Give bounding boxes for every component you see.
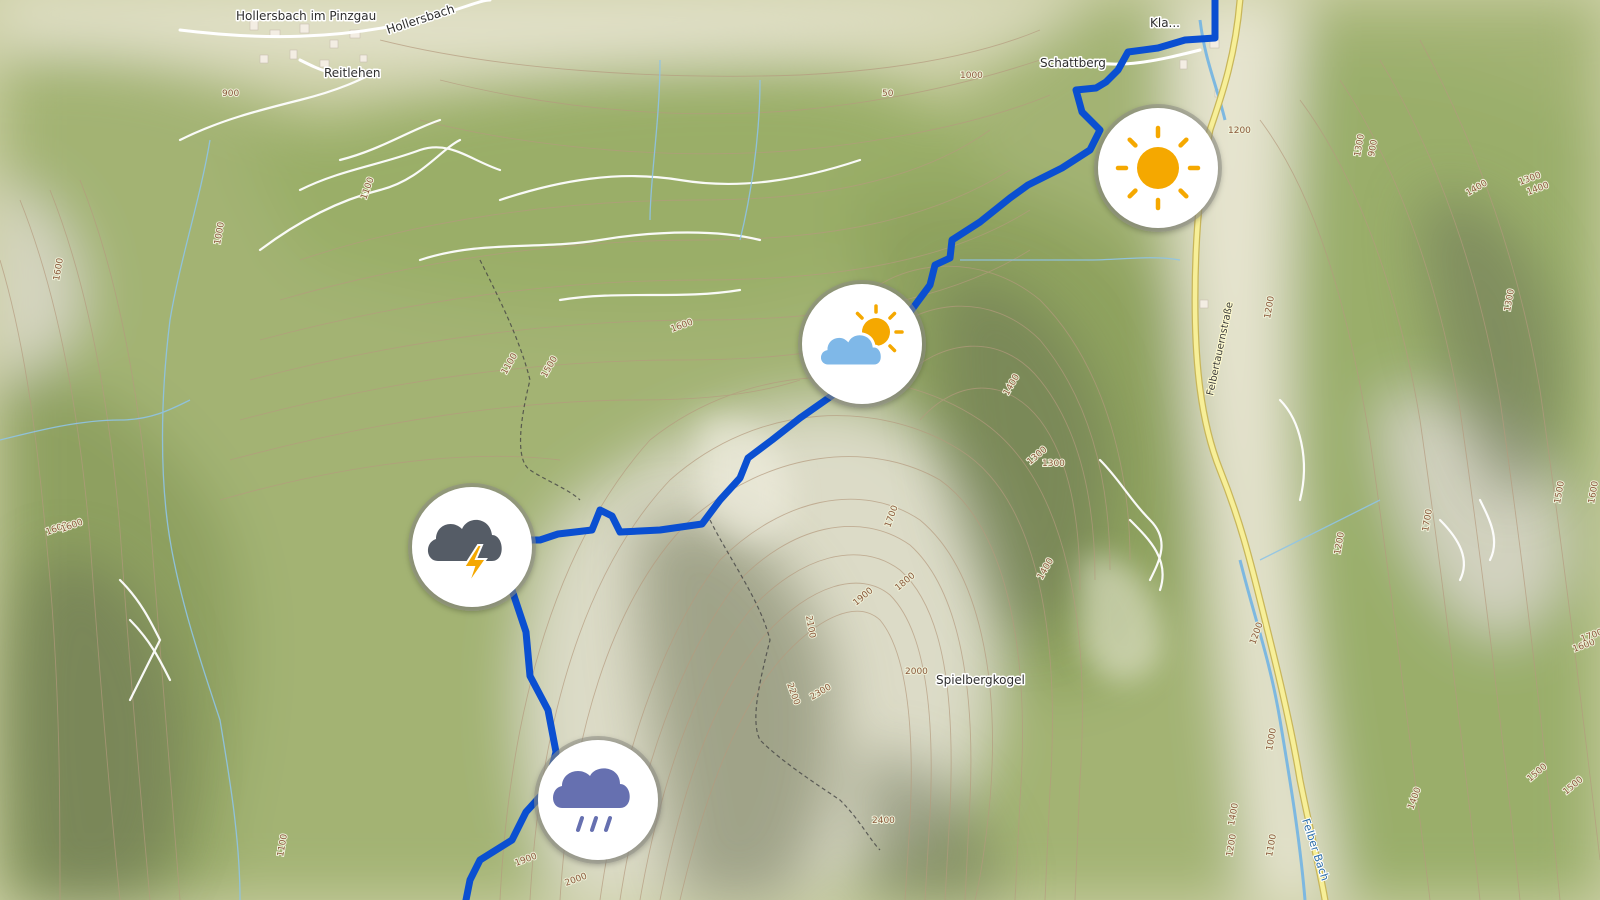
elevation-label: 2400: [872, 816, 895, 826]
weather-marker-sunny[interactable]: [1094, 104, 1222, 232]
weather-marker-rain[interactable]: [534, 736, 662, 864]
elevation-label: 900: [222, 89, 239, 99]
elevation-label: 1200: [1228, 126, 1251, 136]
elevation-label: 1300: [1042, 459, 1065, 469]
weather-marker-partly-cloudy[interactable]: [798, 280, 926, 408]
place-label-hollersbach-im-pinzgau: Hollersbach im Pinzgau: [236, 9, 376, 23]
place-label-klausen: Kla...: [1150, 16, 1180, 30]
place-label-schattberg: Schattberg: [1040, 56, 1106, 70]
weather-marker-thunderstorm[interactable]: [408, 483, 536, 611]
elevation-label: 2000: [905, 667, 928, 677]
topographic-map[interactable]: 9001000501200140011001300130010001600150…: [0, 0, 1600, 900]
place-label-spielbergkogel: Spielbergkogel: [936, 673, 1025, 687]
elevation-label: 1000: [960, 71, 983, 81]
place-label-reitlehen: Reitlehen: [324, 66, 381, 80]
elevation-label: 50: [882, 89, 894, 99]
